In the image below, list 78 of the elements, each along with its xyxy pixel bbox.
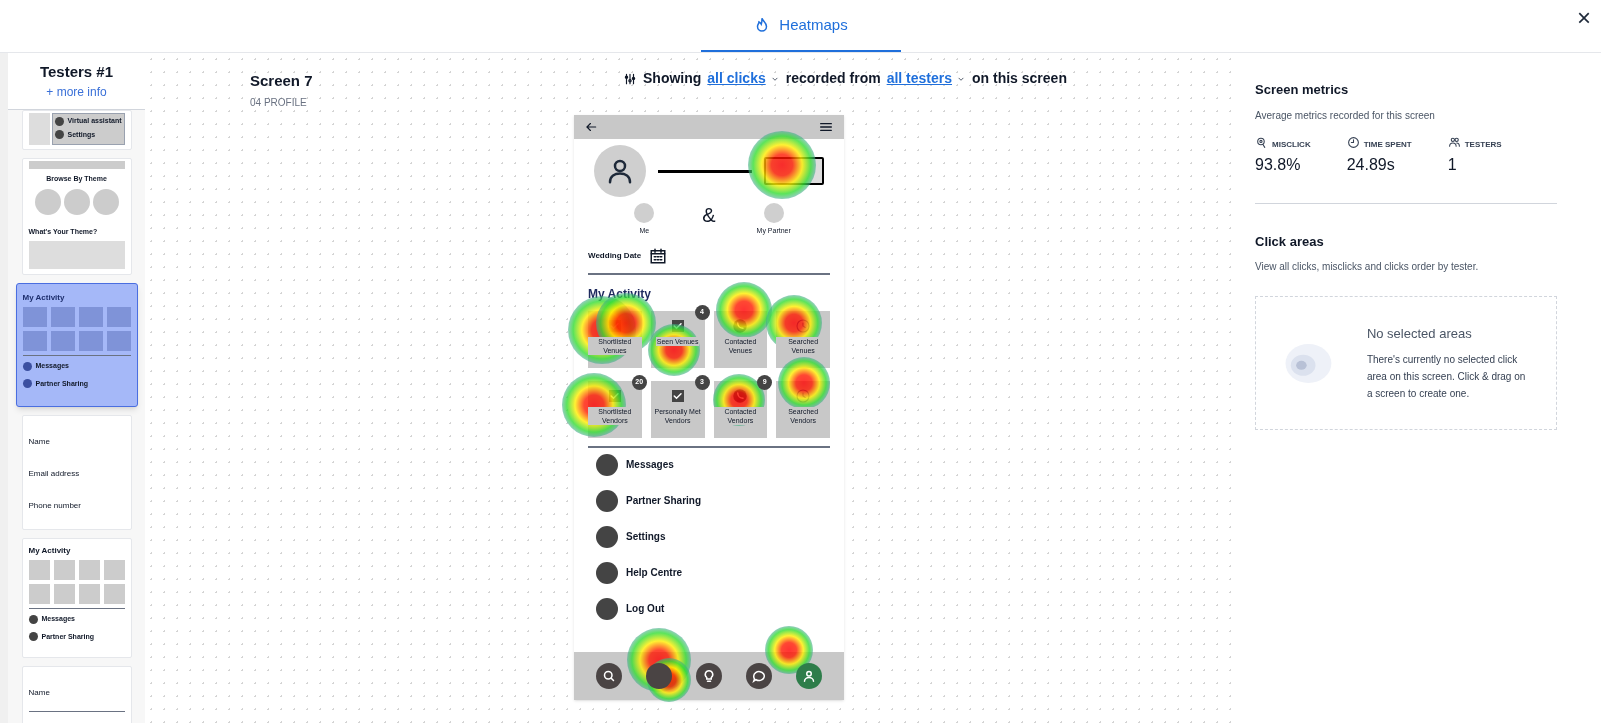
phone-icon [731,316,750,335]
filter-text: recorded from [785,69,881,88]
filter-icon [623,71,637,86]
nav-home-button[interactable] [646,663,672,689]
tile-placeholder [50,331,75,351]
section-subtitle: View all clicks, misclicks and clicks order by tester. [1255,260,1480,274]
screen-subtitle: 04 PROFILE [250,95,308,110]
screen-thumbnail[interactable]: Name Email address Phone number [21,415,132,530]
image-placeholder [34,188,61,215]
tile-placeholder [106,331,131,351]
menu-item[interactable]: Messages [626,457,674,472]
menu-item[interactable]: Settings [626,529,666,544]
testers-dropdown[interactable]: all testers [886,68,966,89]
image-placeholder [63,188,90,215]
people-icon [1447,136,1461,149]
menu-item[interactable]: Partner Sharing [626,493,702,508]
form-label: Email address [28,468,81,480]
form-label: Phone number [28,500,82,512]
tile-placeholder [53,560,75,580]
tile-placeholder [28,560,50,580]
metric-label: TIME SPENT [1363,138,1412,151]
close-button[interactable]: × [1577,6,1591,30]
heatmap-blob [765,626,813,674]
tile-placeholder [22,331,47,351]
calendar-icon [649,246,668,265]
tile-placeholder [78,307,103,327]
more-info-link[interactable]: + more info [46,83,107,102]
testers-title: Testers #1 [39,61,114,82]
section-subtitle: Average metrics recorded for this screen [1255,108,1436,123]
nav-search-button[interactable] [596,663,622,689]
empty-state-title: No selected areas [1366,324,1473,343]
section-title: Click areas [1255,232,1325,251]
section-heading: My Activity [587,285,652,303]
clicks-dropdown[interactable]: all clicks [707,68,780,89]
thumb-heading: My Activity [28,545,72,557]
empty-state-text: There's currently no selected click area on this screen. Click & drag on a screen to create one. [1366,353,1527,402]
clock-icon [794,316,813,335]
metric-value: 93.8% [1255,154,1302,175]
tile-placeholder [103,584,125,604]
tile-placeholder [50,307,75,327]
ampersand: & [702,205,716,225]
tile-placeholder [78,331,103,351]
tile-placeholder [28,584,50,604]
tile-placeholder [78,584,100,604]
nav-bulb-button[interactable] [696,663,722,689]
tile-placeholder [78,560,100,580]
heatmap-blob [648,324,700,376]
image-placeholder [28,113,50,145]
filter-text: on this screen [972,69,1067,88]
target-icon [1255,136,1268,149]
nav-chat-button[interactable] [746,663,772,689]
metric-label: MISCLICK [1272,138,1311,151]
metric-value: 24.89s [1346,154,1396,175]
tile-placeholder [103,560,125,580]
heatmap-blob [778,357,830,409]
screen-thumbnail[interactable]: Name [21,666,132,723]
thumb-heading: My Activity [22,292,66,304]
image-placeholder [92,188,119,215]
edit-button[interactable] [764,157,824,185]
tile-placeholder [106,307,131,327]
form-label: Name [28,687,51,699]
back-arrow-icon [584,120,598,134]
phone-icon [731,386,750,405]
section-title: Screen metrics [1255,81,1350,99]
menu-item[interactable]: Help Centre [626,565,683,580]
heatmap-blob [716,282,772,338]
screen-title: Screen 7 [250,71,313,91]
metric-value: 1 [1447,154,1458,175]
form-label: Name [28,436,51,448]
menu-item[interactable]: Log Out [626,601,665,616]
nav-profile-button[interactable] [796,663,822,689]
clock-icon [1346,136,1360,149]
wedding-date-label: Wedding Date [588,249,642,262]
tile-placeholder [22,307,47,327]
clock-icon [794,386,813,405]
tile-placeholder [53,584,75,604]
filter-text: Showing [643,69,702,88]
metric-label: TESTERS [1464,138,1502,151]
